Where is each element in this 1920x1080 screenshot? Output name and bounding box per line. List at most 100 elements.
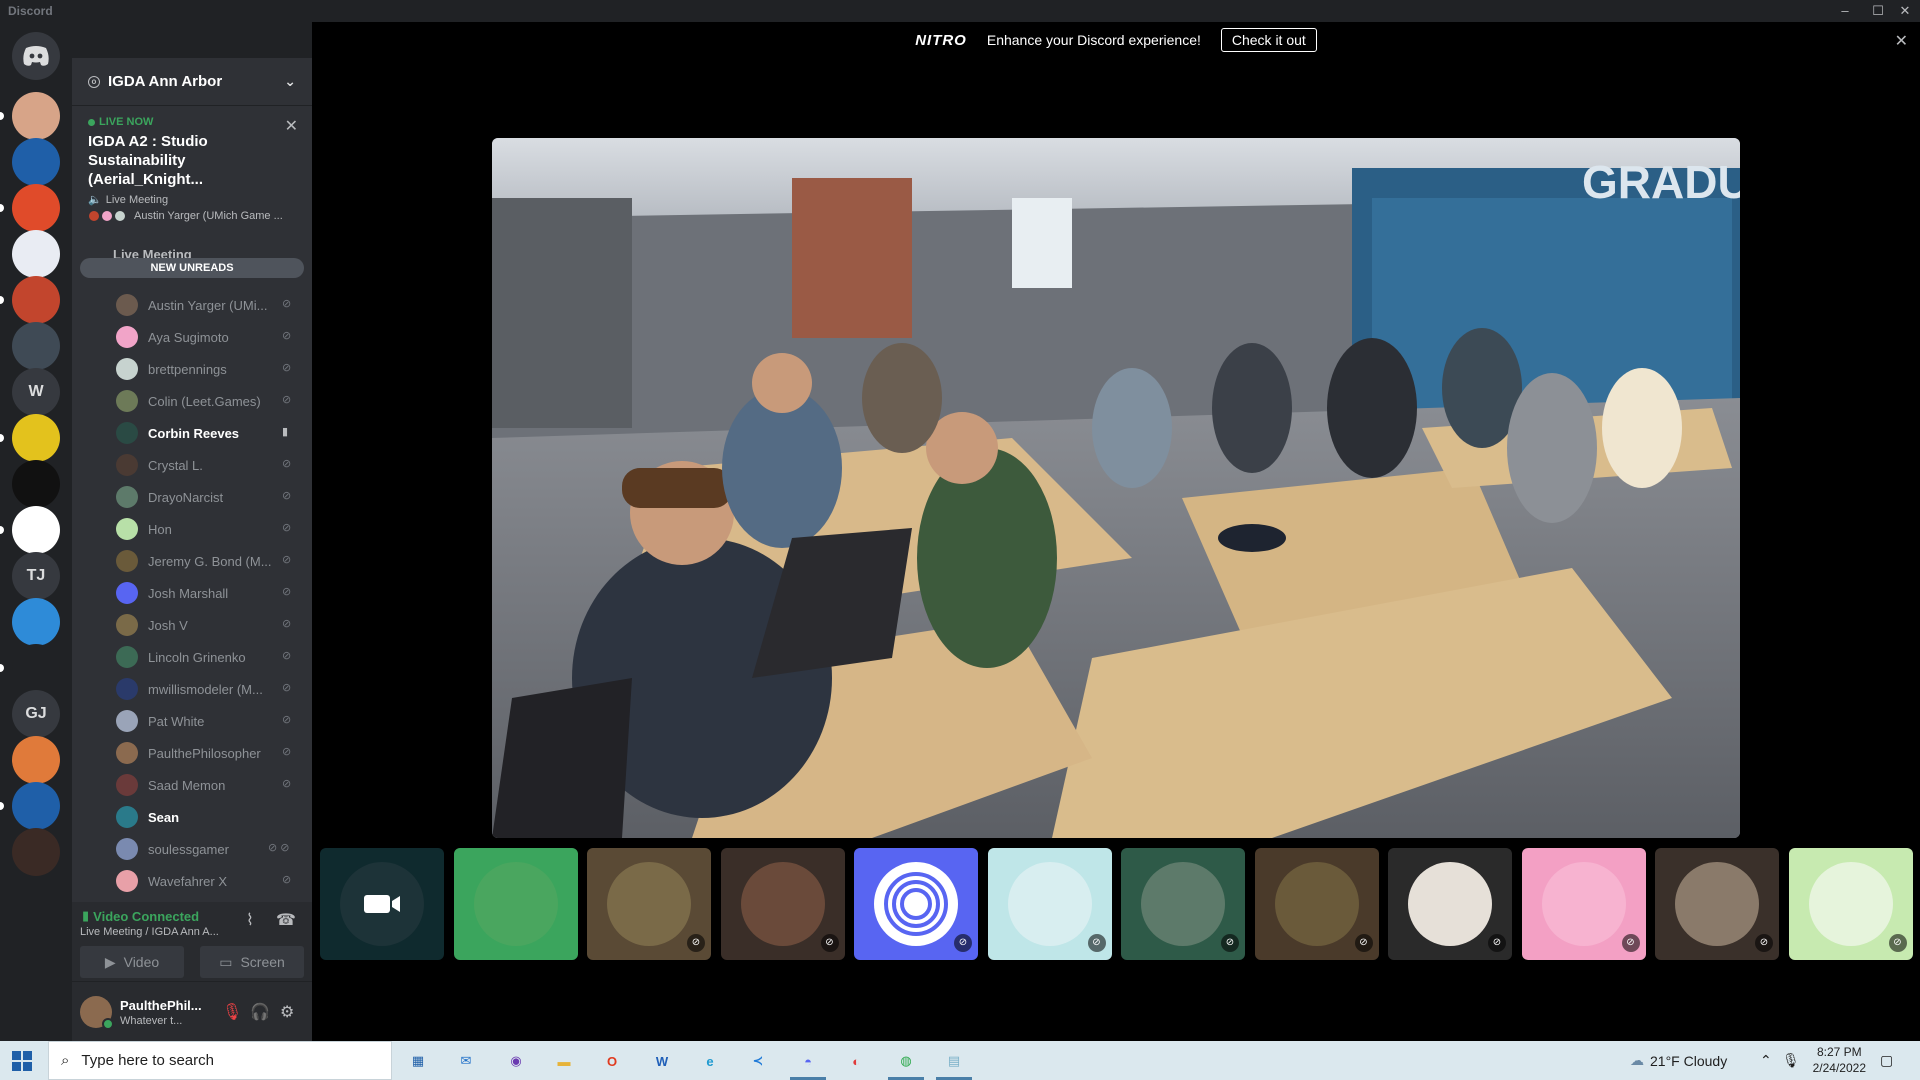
voice-member[interactable]: Hon ⊘ <box>72 513 312 545</box>
voice-location[interactable]: Live Meeting / IGDA Ann A... <box>80 926 219 938</box>
word-icon[interactable]: W <box>648 1047 676 1075</box>
disconnect-icon[interactable]: ☎ <box>276 910 296 930</box>
nitro-banner: NITRO Enhance your Discord experience! C… <box>312 22 1920 58</box>
voice-member[interactable]: Sean <box>72 801 312 833</box>
participant-tile[interactable] <box>453 848 578 960</box>
new-unreads-pill[interactable]: NEW UNREADS <box>80 258 304 278</box>
live-channel-label: Live Meeting <box>105 193 169 206</box>
discord-icon[interactable]: ◓ <box>794 1047 822 1075</box>
avatar <box>607 862 691 946</box>
noise-suppression-icon[interactable]: ⌇ <box>246 910 254 930</box>
server-w[interactable]: W <box>12 368 60 416</box>
podcast-icon[interactable]: ◉ <box>502 1047 530 1075</box>
participant-tile[interactable]: ⊘ <box>587 848 711 960</box>
microphone-icon[interactable]: 🎙 <box>1782 1041 1800 1080</box>
voice-member[interactable]: mwillismodeler (M... ⊘ <box>72 673 312 705</box>
voice-member[interactable]: PaulthePhilosopher ⊘ <box>72 737 312 769</box>
server-fox-icon[interactable] <box>12 92 60 140</box>
voice-member[interactable]: Saad Memon ⊘ <box>72 769 312 801</box>
voice-member[interactable]: Austin Yarger (UMi... ⊘ <box>72 289 312 321</box>
participant-tile[interactable]: ⊘ <box>1521 848 1646 960</box>
voice-member[interactable]: Colin (Leet.Games) ⊘ <box>72 385 312 417</box>
window-titlebar: Discord – ☐ ✕ <box>0 0 1920 22</box>
gear-icon[interactable]: ⚙ <box>280 1002 294 1022</box>
close-icon[interactable]: ✕ <box>285 116 298 136</box>
close-window-button[interactable]: ✕ <box>1890 0 1920 22</box>
discord-home-icon[interactable] <box>12 32 60 80</box>
user-panel: PaulthePhil... Whatever t... 🎙 🎧 ⚙ <box>72 982 312 1041</box>
voice-member[interactable]: Josh V ⊘ <box>72 609 312 641</box>
vscode-icon[interactable]: ≺ <box>744 1047 772 1075</box>
speaker-icon: 🔈 <box>88 194 102 206</box>
participant-tile[interactable] <box>320 848 444 960</box>
avatar[interactable] <box>80 996 114 1030</box>
unread-indicator <box>0 204 4 212</box>
server-sigil-icon[interactable] <box>12 184 60 232</box>
server-gj[interactable]: GJ <box>12 690 60 738</box>
chrome-icon[interactable]: ◍ <box>892 1047 920 1075</box>
notepad-icon[interactable]: ▤ <box>940 1047 968 1075</box>
participant-tile[interactable]: ⊘ <box>1655 848 1779 960</box>
participant-tile[interactable]: ⊘ <box>854 848 978 960</box>
participant-tile[interactable]: ⊘ <box>1254 848 1379 960</box>
live-event-card[interactable]: LIVE NOW ✕ IGDA A2 : Studio Sustainabili… <box>72 106 312 226</box>
mute-mic-icon[interactable]: 🎙 <box>222 1002 242 1022</box>
maximize-button[interactable]: ☐ <box>1863 0 1893 22</box>
main-video-stream[interactable]: GRADU <box>492 138 1740 838</box>
office-icon[interactable]: O <box>598 1047 626 1075</box>
check-it-out-button[interactable]: Check it out <box>1220 28 1317 52</box>
participant-tile[interactable]: ⊘ <box>1788 848 1913 960</box>
live-event-title: IGDA A2 : Studio Sustainability (Aerial_… <box>88 133 208 188</box>
participant-tile[interactable]: ⊘ <box>1121 848 1245 960</box>
voice-member[interactable]: Wavefahrer X ⊘ <box>72 865 312 897</box>
server-gold-icon[interactable] <box>12 414 60 462</box>
server-book-icon[interactable] <box>12 736 60 784</box>
server-gear-icon[interactable] <box>12 598 60 646</box>
server-skull-icon[interactable] <box>12 460 60 508</box>
voice-member[interactable]: Josh Marshall ⊘ <box>72 577 312 609</box>
edge-icon[interactable]: e <box>696 1047 724 1075</box>
server-tj[interactable]: TJ <box>12 552 60 600</box>
screen-share-button[interactable]: ▭ Screen <box>200 946 304 978</box>
taskbar-search[interactable]: ⌕ Type here to search <box>48 1041 392 1080</box>
server-m-icon[interactable] <box>12 782 60 830</box>
voice-member[interactable]: Jeremy G. Bond (M... ⊘ <box>72 545 312 577</box>
close-icon[interactable]: ✕ <box>1895 31 1908 51</box>
voice-member[interactable]: Lincoln Grinenko ⊘ <box>72 641 312 673</box>
server-bloom-icon[interactable] <box>12 828 60 876</box>
avatar <box>116 326 138 348</box>
server-taiji-icon[interactable] <box>12 138 60 186</box>
media-player-icon[interactable]: ◐ <box>842 1047 870 1075</box>
voice-member[interactable]: DrayoNarcist ⊘ <box>72 481 312 513</box>
avatar <box>874 862 958 946</box>
weather-widget[interactable]: ☁ 21°F Cloudy <box>1630 1041 1727 1080</box>
voice-member[interactable]: Crystal L. ⊘ <box>72 449 312 481</box>
minimize-button[interactable]: – <box>1830 0 1860 22</box>
task-view-icon[interactable]: ▦ <box>404 1047 432 1075</box>
voice-member[interactable]: Corbin Reeves ▮ <box>72 417 312 449</box>
participant-tile[interactable]: ⊘ <box>720 848 845 960</box>
participant-tile[interactable]: ⊘ <box>987 848 1112 960</box>
file-explorer-icon[interactable]: ▬ <box>550 1047 578 1075</box>
system-clock[interactable]: 8:27 PM 2/24/2022 <box>1813 1044 1866 1076</box>
voice-member[interactable]: Pat White ⊘ <box>72 705 312 737</box>
server-pattern-icon[interactable] <box>12 230 60 278</box>
live-now-label: LIVE NOW <box>99 116 154 128</box>
chevron-up-icon[interactable]: ⌃ <box>1760 1041 1772 1080</box>
server-avatar-icon[interactable] <box>12 276 60 324</box>
muted-mic-icon: ⊘ <box>282 746 292 758</box>
muted-mic-icon: ⊘ <box>282 586 292 598</box>
voice-member[interactable]: brettpennings ⊘ <box>72 353 312 385</box>
windows-start-icon[interactable] <box>12 1051 32 1071</box>
server-r-icon[interactable] <box>12 506 60 554</box>
notifications-icon[interactable]: ▢ <box>1880 1041 1893 1080</box>
server-controller-icon[interactable] <box>12 644 60 692</box>
video-button[interactable]: ▶ Video <box>80 946 184 978</box>
voice-member[interactable]: Aya Sugimoto ⊘ <box>72 321 312 353</box>
guild-header[interactable]: o IGDA Ann Arbor ⌄ <box>72 58 312 106</box>
server-helmet-icon[interactable] <box>12 322 60 370</box>
voice-member[interactable]: soulessgamer ⊘ ⊘ <box>72 833 312 865</box>
participant-tile[interactable]: ⊘ <box>1388 848 1512 960</box>
headphones-icon[interactable]: 🎧 <box>250 1002 270 1022</box>
mail-icon[interactable]: ✉ <box>452 1047 480 1075</box>
